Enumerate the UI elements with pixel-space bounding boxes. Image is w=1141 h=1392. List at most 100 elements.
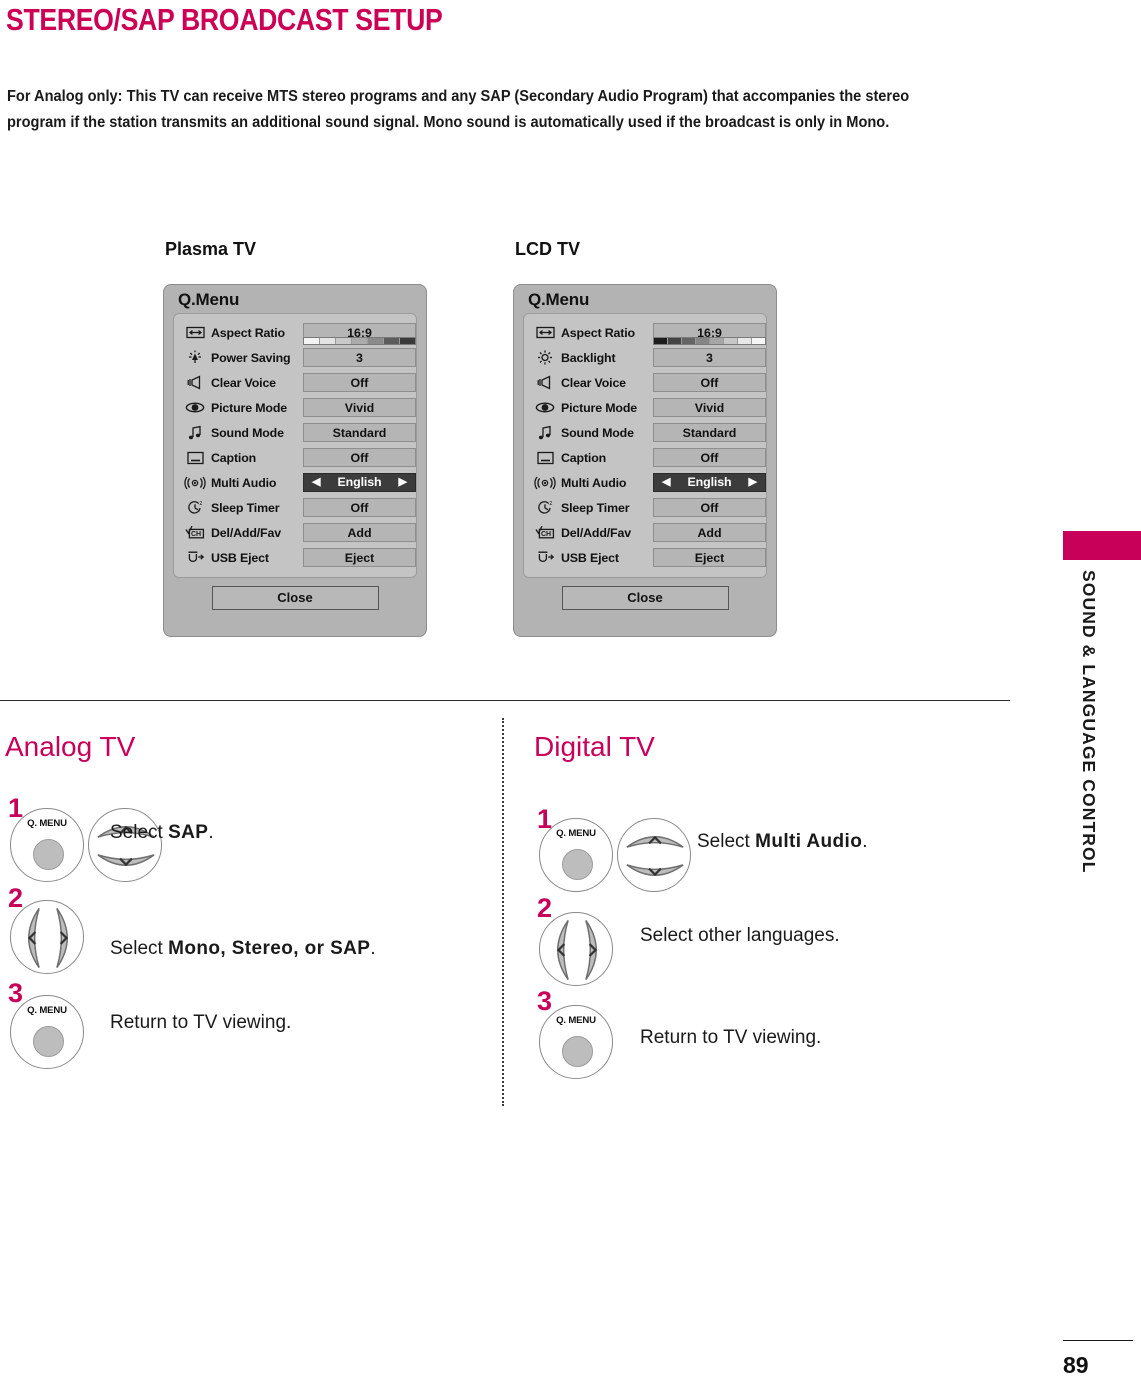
intro-paragraph: For Analog only: This TV can receive MTS…	[7, 88, 910, 131]
step-instruction: Select SAP.	[110, 822, 214, 844]
sound-mode-icon	[184, 424, 206, 442]
qmenu-row[interactable]: CH Del/Add/Fav Add	[174, 520, 416, 545]
qmenu-value[interactable]: Add	[303, 523, 416, 542]
qmenu-row[interactable]: Multi Audio ◀ English ▶	[524, 470, 766, 495]
qmenu-row[interactable]: Caption Off	[524, 445, 766, 470]
qmenu-button[interactable]: Q. MENU	[539, 1005, 613, 1079]
clear-voice-icon	[534, 374, 556, 392]
page-number: 89	[1063, 1352, 1089, 1378]
column-divider	[502, 718, 504, 1106]
level-segment	[384, 338, 400, 344]
step-instruction: Return to TV viewing.	[640, 1027, 822, 1048]
svg-text:z: z	[199, 501, 202, 507]
level-segment	[336, 338, 352, 344]
channel-icon: CH	[184, 524, 206, 542]
qmenu-value[interactable]: Off	[653, 498, 766, 517]
qmenu-button-key[interactable]	[33, 839, 64, 870]
qmenu-button-key[interactable]	[562, 849, 593, 880]
qmenu-value[interactable]: Eject	[653, 548, 766, 567]
qmenu-value-selected[interactable]: ◀ English ▶	[653, 473, 766, 492]
lcd-qmenu-panel: Q.Menu Aspect Ratio 16:9 Backlight 3 Clear V…	[513, 284, 777, 637]
qmenu-value[interactable]: 3	[653, 348, 766, 367]
clear-voice-icon	[184, 374, 206, 392]
sleep-timer-icon: z	[534, 499, 556, 517]
qmenu-value[interactable]: Off	[653, 373, 766, 392]
qmenu-row[interactable]: z Sleep Timer Off	[524, 495, 766, 520]
chevron-left-icon[interactable]: ◀	[662, 477, 670, 488]
step-instruction: Select other languages.	[640, 925, 840, 946]
chevron-right-icon[interactable]: ▶	[749, 477, 757, 488]
qmenu-row[interactable]: Sound Mode Standard	[524, 420, 766, 445]
updown-button[interactable]	[617, 818, 691, 892]
qmenu-button[interactable]: Q. MENU	[10, 995, 84, 1069]
multi-audio-icon	[534, 474, 556, 492]
qmenu-title: Q.Menu	[178, 290, 240, 309]
updown-button[interactable]	[88, 808, 162, 882]
step-instruction-target: Mono, Stereo, or SAP	[168, 938, 371, 959]
sound-mode-icon	[534, 424, 556, 442]
qmenu-row[interactable]: Picture Mode Vivid	[524, 395, 766, 420]
qmenu-row[interactable]: Power Saving 3	[174, 337, 416, 370]
qmenu-row[interactable]: Clear Voice Off	[174, 370, 416, 395]
close-button[interactable]: Close	[561, 586, 729, 610]
page-title: STEREO/SAP BROADCAST SETUP	[6, 2, 443, 37]
lcd-tv-caption: LCD TV	[515, 239, 580, 259]
qmenu-button-label: Q. MENU	[556, 828, 596, 839]
step-instruction-suffix: .	[862, 831, 868, 852]
aspect-ratio-icon	[184, 324, 206, 342]
step-instruction: Return to TV viewing.	[110, 1012, 292, 1033]
level-segment	[752, 338, 765, 344]
channel-icon: CH	[534, 524, 556, 542]
qmenu-button-label: Q. MENU	[27, 818, 67, 829]
qmenu-value[interactable]: Vivid	[303, 398, 416, 417]
qmenu-value[interactable]: Standard	[653, 423, 766, 442]
level-segment	[304, 338, 320, 344]
qmenu-button[interactable]: Q. MENU	[10, 808, 84, 882]
qmenu-value[interactable]: Standard	[303, 423, 416, 442]
qmenu-row[interactable]: Caption Off	[174, 445, 416, 470]
qmenu-value[interactable]: Off	[303, 498, 416, 517]
qmenu-row[interactable]: USB Eject Eject	[524, 545, 766, 570]
qmenu-row[interactable]: CH Del/Add/Fav Add	[524, 520, 766, 545]
level-segment	[654, 338, 668, 344]
qmenu-title: Q.Menu	[528, 290, 590, 309]
svg-text:CH: CH	[541, 531, 551, 538]
qmenu-row[interactable]: Backlight 3	[524, 337, 766, 370]
level-segment	[724, 338, 738, 344]
leftright-button[interactable]	[10, 900, 84, 974]
level-segment	[738, 338, 752, 344]
step-instruction: Select Mono, Stereo, or SAP.	[110, 938, 376, 960]
qmenu-button-label: Q. MENU	[27, 1005, 67, 1016]
step-instruction-prefix: Select	[697, 831, 756, 852]
qmenu-row[interactable]: z Sleep Timer Off	[174, 495, 416, 520]
close-button[interactable]: Close	[211, 586, 379, 610]
qmenu-value[interactable]: Off	[303, 373, 416, 392]
level-segment	[710, 338, 724, 344]
level-segment	[400, 338, 415, 344]
qmenu-value[interactable]: Vivid	[653, 398, 766, 417]
leftright-button[interactable]	[539, 912, 613, 986]
qmenu-row[interactable]: Sound Mode Standard	[174, 420, 416, 445]
qmenu-button[interactable]: Q. MENU	[539, 818, 613, 892]
page-number-rule	[1063, 1340, 1133, 1341]
qmenu-button-key[interactable]	[562, 1036, 593, 1067]
qmenu-value[interactable]: Off	[303, 448, 416, 467]
qmenu-value-selected[interactable]: ◀ English ▶	[303, 473, 416, 492]
step-instruction-target: SAP	[168, 822, 209, 843]
chevron-right-icon[interactable]: ▶	[399, 477, 407, 488]
qmenu-value[interactable]: Off	[653, 448, 766, 467]
qmenu-row[interactable]: USB Eject Eject	[174, 545, 416, 570]
qmenu-row-value: English	[337, 475, 382, 489]
qmenu-row[interactable]: Multi Audio ◀ English ▶	[174, 470, 416, 495]
sidebar-section-label: SOUND & LANGUAGE CONTROL	[1079, 570, 1099, 874]
qmenu-button-key[interactable]	[33, 1026, 64, 1057]
qmenu-row-value: English	[687, 475, 732, 489]
step-number: 3	[537, 986, 553, 1016]
qmenu-row[interactable]: Picture Mode Vivid	[174, 395, 416, 420]
qmenu-value[interactable]: Eject	[303, 548, 416, 567]
qmenu-value[interactable]: Add	[653, 523, 766, 542]
picture-mode-icon	[534, 399, 556, 417]
qmenu-value[interactable]: 3	[303, 348, 416, 367]
chevron-left-icon[interactable]: ◀	[312, 477, 320, 488]
qmenu-row[interactable]: Clear Voice Off	[524, 370, 766, 395]
